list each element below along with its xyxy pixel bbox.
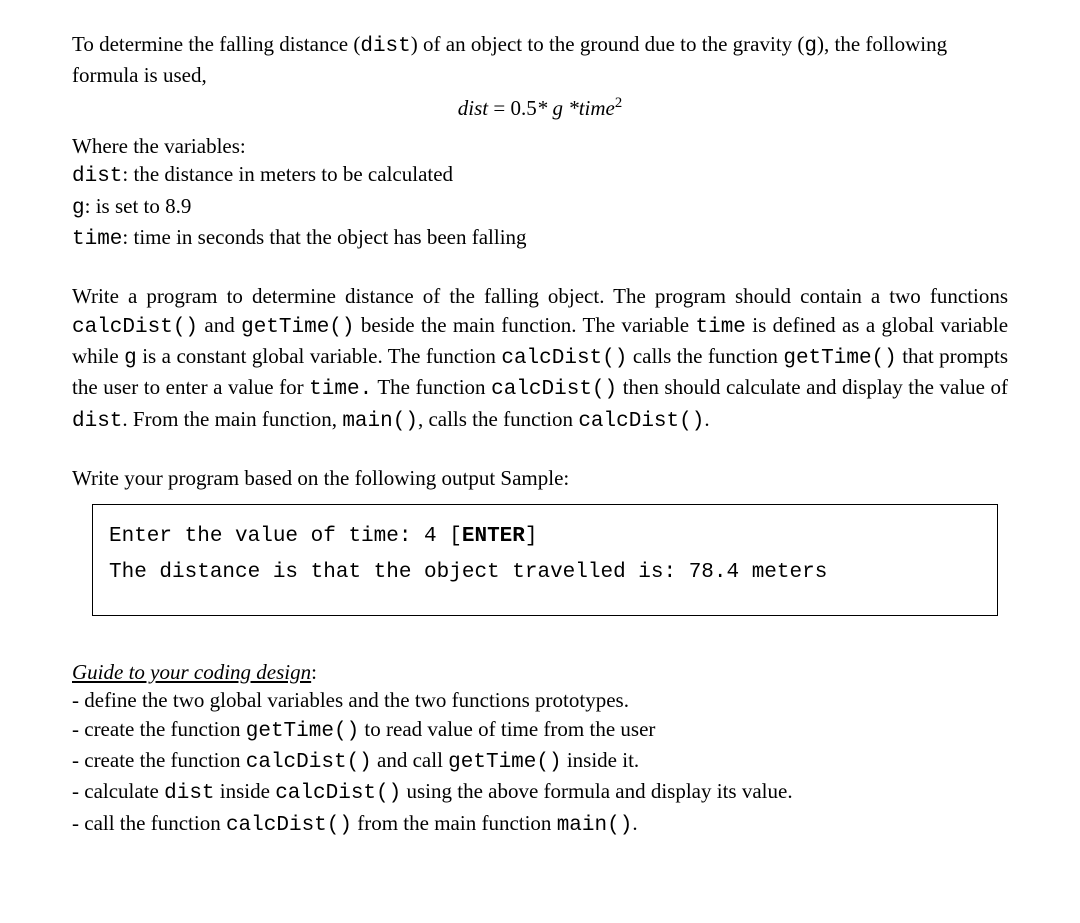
code-token: getTime(): [246, 720, 359, 743]
formula-rhs: * g *: [537, 96, 579, 120]
var-label: dist: [72, 165, 122, 188]
var-time: time: time in seconds that the object ha…: [72, 223, 1008, 254]
code-token: calcDist(): [491, 378, 617, 401]
code-token: calcDist(): [72, 316, 198, 339]
guide-text: - create the function: [72, 748, 246, 772]
output-sample-box: Enter the value of time: 4 [ENTER] The d…: [92, 504, 998, 615]
task-text: . From the main function,: [122, 407, 342, 431]
vars-header: Where the variables:: [72, 132, 1008, 160]
var-desc: : time in seconds that the object has be…: [122, 225, 526, 249]
guide-colon: :: [311, 660, 317, 684]
var-dist: dist: the distance in meters to be calcu…: [72, 160, 1008, 191]
task-text: , calls the function: [418, 407, 578, 431]
task-text: beside the main function. The variable: [355, 313, 696, 337]
guide-text: - create the function: [72, 717, 246, 741]
code-token: time.: [309, 378, 372, 401]
task-paragraph: Write a program to determine distance of…: [72, 282, 1008, 436]
task-text: then should calculate and display the va…: [617, 375, 1008, 399]
variables-section: Where the variables: dist: the distance …: [72, 132, 1008, 254]
guide-text: using the above formula and display its …: [401, 779, 792, 803]
formula-eq: =: [488, 96, 510, 120]
task-text: calls the function: [627, 344, 783, 368]
task-text: and: [198, 313, 241, 337]
sample-line-2: The distance is that the object travelle…: [109, 555, 981, 591]
guide-text: inside it.: [562, 748, 640, 772]
task-text: .: [704, 407, 709, 431]
sample-text: ]: [525, 525, 538, 548]
code-token: getTime(): [448, 751, 561, 774]
formula: dist = 0.5* g *time2: [72, 94, 1008, 122]
guide-title: Guide to your coding design: [72, 660, 311, 684]
g-token: g: [804, 35, 817, 58]
guide-item: - define the two global variables and th…: [72, 686, 1008, 714]
task-text: is a constant global variable. The funct…: [137, 344, 502, 368]
task-text: The function: [372, 375, 491, 399]
guide-text: from the main function: [352, 811, 557, 835]
guide-text: - calculate: [72, 779, 164, 803]
dist-token: dist: [360, 35, 410, 58]
intro-text: To determine the falling distance (: [72, 32, 360, 56]
code-token: time: [696, 316, 746, 339]
code-token: calcDist(): [246, 751, 372, 774]
code-token: main(): [557, 814, 633, 837]
code-token: getTime(): [783, 347, 896, 370]
var-label: time: [72, 228, 122, 251]
sample-text: Enter the value of time: 4 [: [109, 525, 462, 548]
sample-intro: Write your program based on the followin…: [72, 464, 1008, 492]
guide-text: - define the two global variables and th…: [72, 688, 629, 712]
formula-sup: 2: [615, 95, 622, 111]
code-token: g: [124, 347, 137, 370]
guide-title-line: Guide to your coding design:: [72, 658, 1008, 686]
formula-rhs: 0.5: [510, 96, 536, 120]
var-g: g: is set to 8.9: [72, 192, 1008, 223]
task-text: Write a program to determine distance of…: [72, 284, 1008, 308]
guide-text: to read value of time from the user: [359, 717, 655, 741]
guide-item: - call the function calcDist() from the …: [72, 809, 1008, 840]
guide-text: - call the function: [72, 811, 226, 835]
guide-text: and call: [372, 748, 448, 772]
var-desc: : is set to 8.9: [85, 194, 192, 218]
code-token: calcDist(): [578, 410, 704, 433]
enter-key: ENTER: [462, 525, 525, 548]
code-token: getTime(): [241, 316, 354, 339]
sample-line-1: Enter the value of time: 4 [ENTER]: [109, 519, 981, 555]
intro-text: ) of an object to the ground due to the …: [411, 32, 805, 56]
var-desc: : the distance in meters to be calculate…: [122, 162, 453, 186]
var-label: g: [72, 197, 85, 220]
code-token: calcDist(): [501, 347, 627, 370]
code-token: main(): [342, 410, 418, 433]
formula-lhs: dist: [458, 96, 488, 120]
guide-item: - create the function calcDist() and cal…: [72, 746, 1008, 777]
guide-text: .: [632, 811, 637, 835]
guide-text: inside: [215, 779, 276, 803]
guide-item: - create the function getTime() to read …: [72, 715, 1008, 746]
code-token: calcDist(): [275, 782, 401, 805]
guide-item: - calculate dist inside calcDist() using…: [72, 777, 1008, 808]
guide-section: Guide to your coding design: - define th…: [72, 658, 1008, 840]
code-token: dist: [72, 410, 122, 433]
code-token: dist: [164, 782, 214, 805]
formula-rhs: time: [579, 96, 615, 120]
intro-paragraph: To determine the falling distance (dist)…: [72, 30, 1008, 90]
code-token: calcDist(): [226, 814, 352, 837]
